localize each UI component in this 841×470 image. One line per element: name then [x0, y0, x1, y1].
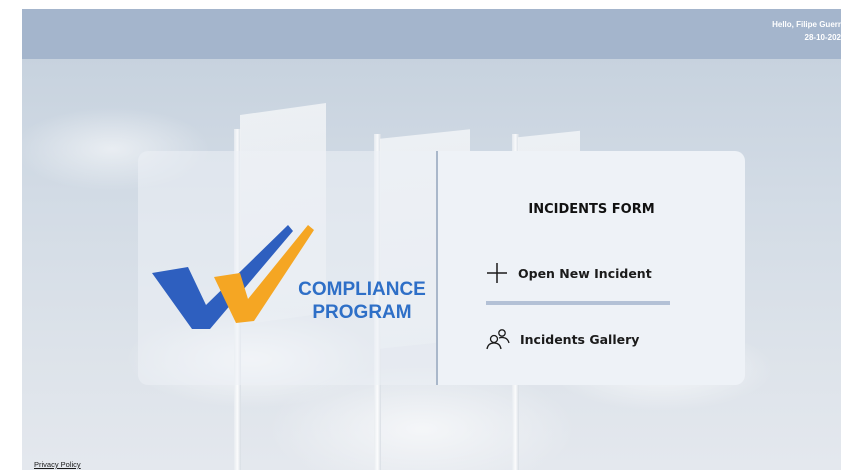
header-bar: Hello, Filipe Guerr 28-10-202 [22, 9, 841, 59]
privacy-policy-link[interactable]: Privacy Policy [34, 460, 81, 469]
incidents-gallery-label: Incidents Gallery [520, 331, 640, 347]
logo-line-2: PROGRAM [312, 302, 412, 323]
greeting-text: Hello, Filipe Guerr [772, 20, 841, 29]
incidents-panel: INCIDENTS FORM Open New Incident Inciden… [438, 151, 745, 385]
app-canvas: Hello, Filipe Guerr 28-10-202 COMPLIANCE… [22, 9, 841, 470]
incidents-gallery-button[interactable]: Incidents Gallery [486, 324, 639, 354]
user-greeting: Hello, Filipe Guerr 28-10-202 [772, 18, 841, 44]
plus-icon [487, 263, 507, 283]
form-title: INCIDENTS FORM [528, 202, 655, 217]
logo-panel: COMPLIANCE PROGRAM [138, 151, 437, 385]
open-new-incident-label: Open New Incident [518, 265, 652, 281]
people-icon [486, 329, 510, 350]
compliance-logo: COMPLIANCE PROGRAM [148, 225, 438, 335]
open-new-incident-button[interactable]: Open New Incident [486, 258, 652, 288]
current-date: 28-10-202 [804, 33, 841, 42]
main-card: COMPLIANCE PROGRAM INCIDENTS FORM Open N… [138, 151, 745, 385]
selection-indicator [486, 301, 670, 305]
logo-line-1: COMPLIANCE [298, 279, 426, 300]
